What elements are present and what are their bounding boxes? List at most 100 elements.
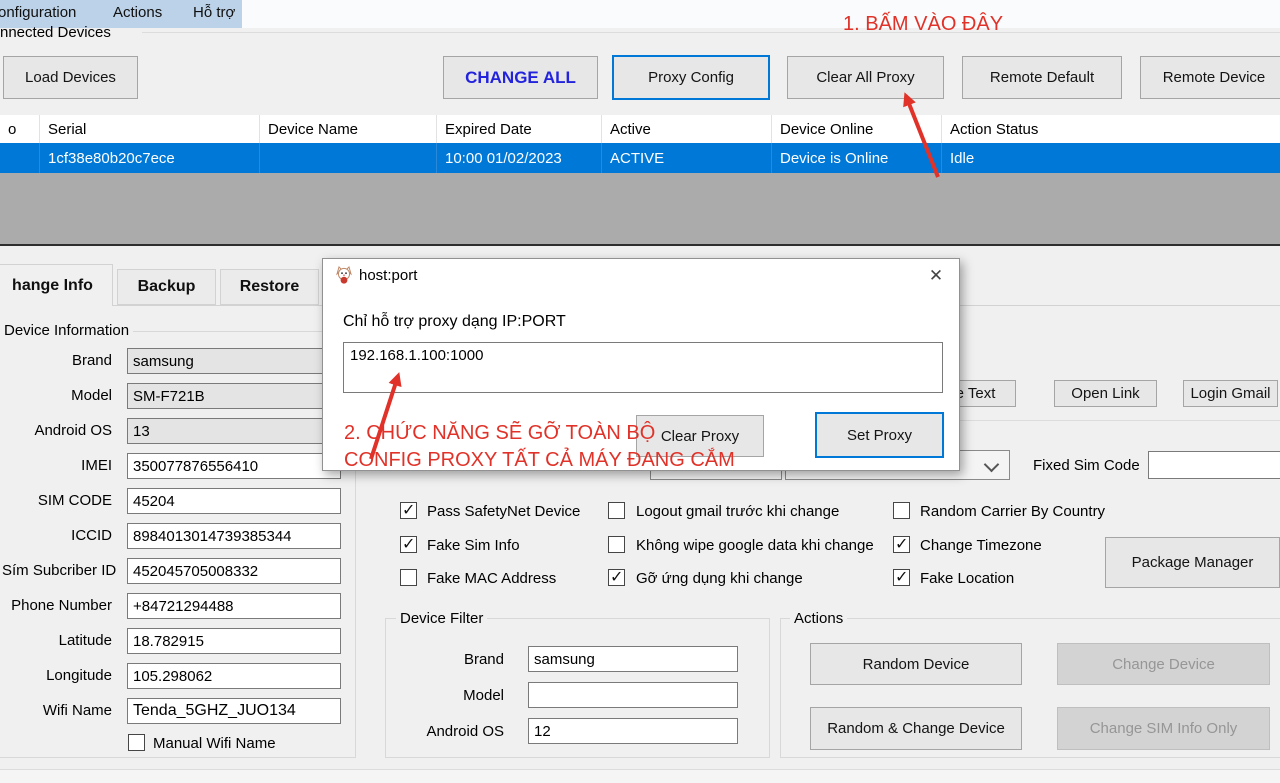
fixed-sim-code-label: Fixed Sim Code <box>1033 457 1140 474</box>
cell-device-online: Device is Online <box>772 143 942 173</box>
sim-code-label: SIM CODE <box>2 492 112 509</box>
fake-mac-address-label: Fake MAC Address <box>427 570 556 587</box>
fixed-sim-code-field[interactable] <box>1148 451 1280 479</box>
cell-device-name <box>260 143 437 173</box>
column-header-action-status[interactable]: Action Status <box>942 115 1280 143</box>
dialog-title: host:port <box>359 267 417 284</box>
latitude-label: Latitude <box>2 632 112 649</box>
manual-wifi-name-label: Manual Wifi Name <box>153 735 276 752</box>
device-information-group-label: Device Information <box>0 322 133 339</box>
column-header-device-online[interactable]: Device Online <box>772 115 942 143</box>
phone-number-label: Phone Number <box>2 597 112 614</box>
column-header-no[interactable]: o <box>0 115 40 143</box>
sim-code-field[interactable]: 45204 <box>127 488 341 514</box>
iccid-field[interactable]: 8984013014739385344 <box>127 523 341 549</box>
longitude-label: Longitude <box>2 667 112 684</box>
tab-backup[interactable]: Backup <box>117 269 216 305</box>
login-gmail-button[interactable]: Login Gmail <box>1183 380 1278 407</box>
column-header-serial[interactable]: Serial <box>40 115 260 143</box>
no-wipe-google-data-checkbox[interactable] <box>608 536 625 553</box>
groupbox-border <box>142 32 1280 33</box>
wifi-name-field[interactable]: Tenda_5GHZ_JUO134 <box>127 698 341 724</box>
sim-subscriber-id-field[interactable]: 452045705008332 <box>127 558 341 584</box>
brand-field[interactable]: samsung <box>127 348 341 374</box>
latitude-field[interactable]: 18.782915 <box>127 628 341 654</box>
fake-sim-info-label: Fake Sim Info <box>427 537 520 554</box>
clear-all-proxy-button[interactable]: Clear All Proxy <box>787 56 944 99</box>
android-os-field[interactable]: 13 <box>127 418 341 444</box>
proxy-config-button[interactable]: Proxy Config <box>612 55 770 100</box>
cell-action-status: Idle <box>942 143 1280 173</box>
annotation-2-line1: 2. CHỨC NĂNG SẼ GỠ TOÀN BỘ <box>344 422 655 445</box>
random-carrier-checkbox[interactable] <box>893 502 910 519</box>
wifi-name-label: Wifi Name <box>2 702 112 719</box>
filter-android-os-field[interactable]: 12 <box>528 718 738 744</box>
close-icon[interactable]: ✕ <box>919 263 953 289</box>
random-and-change-device-button[interactable]: Random & Change Device <box>810 707 1022 750</box>
change-device-button[interactable]: Change Device <box>1057 643 1270 685</box>
cell-serial: 1cf38e80b20c7ece <box>40 143 260 173</box>
no-wipe-google-data-label: Không wipe google data khi change <box>636 537 874 554</box>
iccid-label: ICCID <box>2 527 112 544</box>
menu-item-ho-tro[interactable]: Hỗ trợ <box>193 4 235 21</box>
change-timezone-checkbox[interactable] <box>893 536 910 553</box>
filter-brand-label: Brand <box>404 651 504 668</box>
column-header-expired-date[interactable]: Expired Date <box>437 115 602 143</box>
device-filter-group-label: Device Filter <box>396 610 487 627</box>
annotation-1-text: 1. BẤM VÀO ĐÂY <box>843 13 1003 36</box>
load-devices-button[interactable]: Load Devices <box>3 56 138 99</box>
cell-active: ACTIVE <box>602 143 772 173</box>
connected-devices-group-label: nnected Devices <box>0 24 111 41</box>
phone-number-field[interactable]: +84721294488 <box>127 593 341 619</box>
actions-group-label: Actions <box>790 610 847 627</box>
remote-device-button[interactable]: Remote Device <box>1140 56 1280 99</box>
sim-subscriber-id-label: Sím Subcriber ID <box>2 562 112 579</box>
random-device-button[interactable]: Random Device <box>810 643 1022 685</box>
table-header: o Serial Device Name Expired Date Active… <box>0 115 1280 144</box>
pass-safetynet-checkbox[interactable] <box>400 502 417 519</box>
cell-expired-date: 10:00 01/02/2023 <box>437 143 602 173</box>
package-manager-button[interactable]: Package Manager <box>1105 537 1280 588</box>
remove-apps-label: Gỡ ứng dụng khi change <box>636 570 803 587</box>
manual-wifi-name-checkbox[interactable] <box>128 734 145 751</box>
filter-model-label: Model <box>404 687 504 704</box>
set-proxy-button[interactable]: Set Proxy <box>815 412 944 458</box>
logout-gmail-checkbox[interactable] <box>608 502 625 519</box>
column-header-device-name[interactable]: Device Name <box>260 115 437 143</box>
fake-location-label: Fake Location <box>920 570 1014 587</box>
open-link-button[interactable]: Open Link <box>1054 380 1157 407</box>
longitude-field[interactable]: 105.298062 <box>127 663 341 689</box>
brand-label: Brand <box>2 352 112 369</box>
annotation-2-line2: CONFIG PROXY TẤT CẢ MÁY ĐANG CẮM <box>344 449 735 472</box>
menu-item-configuration[interactable]: onfiguration <box>0 4 76 21</box>
model-field[interactable]: SM-F721B <box>127 383 341 409</box>
change-all-button[interactable]: CHANGE ALL <box>443 56 598 99</box>
table-row[interactable]: 1cf38e80b20c7ece 10:00 01/02/2023 ACTIVE… <box>0 143 1280 173</box>
remote-default-button[interactable]: Remote Default <box>962 56 1122 99</box>
menu-item-actions[interactable]: Actions <box>113 4 162 21</box>
filter-android-os-label: Android OS <box>404 723 504 740</box>
lucky-cat-icon <box>335 266 353 288</box>
random-carrier-label: Random Carrier By Country <box>920 503 1105 520</box>
column-header-active[interactable]: Active <box>602 115 772 143</box>
status-strip <box>0 769 1280 783</box>
filter-brand-field[interactable]: samsung <box>528 646 738 672</box>
fake-mac-address-checkbox[interactable] <box>400 569 417 586</box>
change-sim-info-only-button[interactable]: Change SIM Info Only <box>1057 707 1270 750</box>
pass-safetynet-label: Pass SafetyNet Device <box>427 503 580 520</box>
menu-bar: onfiguration Actions Hỗ trợ <box>0 0 1280 28</box>
model-label: Model <box>2 387 112 404</box>
change-timezone-label: Change Timezone <box>920 537 1042 554</box>
remove-apps-checkbox[interactable] <box>608 569 625 586</box>
cell-no <box>0 143 40 173</box>
proxy-input[interactable]: 192.168.1.100:1000 <box>343 342 943 393</box>
filter-model-field[interactable] <box>528 682 738 708</box>
table-empty-area <box>0 173 1280 246</box>
tab-restore[interactable]: Restore <box>220 269 319 305</box>
logout-gmail-label: Logout gmail trước khi change <box>636 503 839 520</box>
imei-field[interactable]: 350077876556410 <box>127 453 341 479</box>
fake-location-checkbox[interactable] <box>893 569 910 586</box>
fake-sim-info-checkbox[interactable] <box>400 536 417 553</box>
tab-change-info[interactable]: hange Info <box>0 264 113 306</box>
android-os-label: Android OS <box>2 422 112 439</box>
